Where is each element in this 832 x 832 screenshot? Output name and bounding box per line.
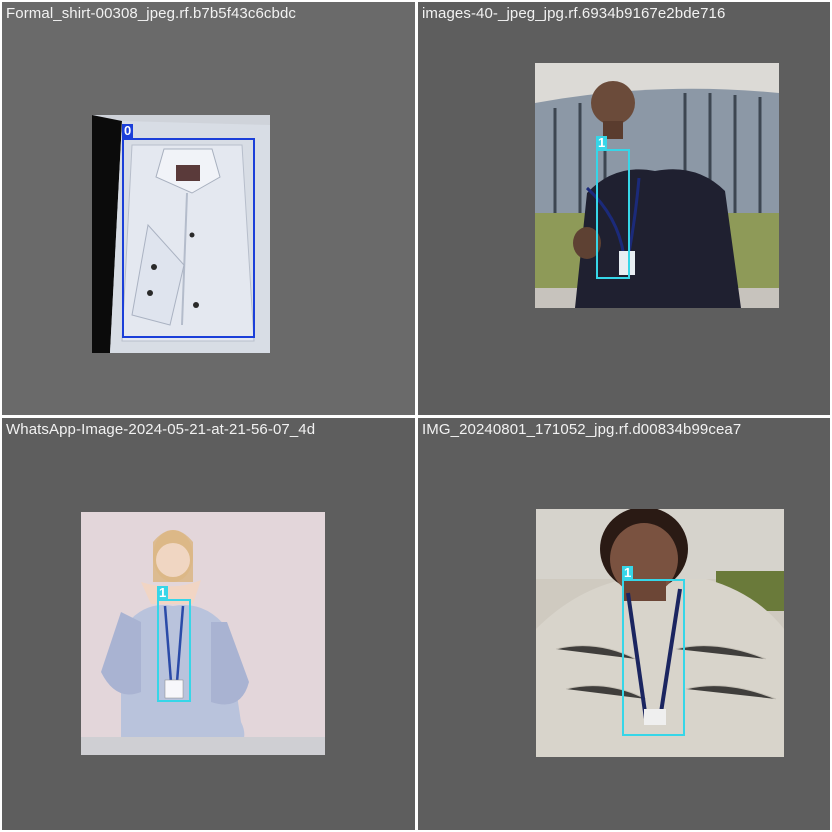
- man-photo: [535, 63, 779, 308]
- woman-photo: [81, 512, 325, 755]
- image-filename: IMG_20240801_171052_jpg.rf.d00834b99cea7: [422, 421, 742, 438]
- image-tile-woman[interactable]: WhatsApp-Image-2024-05-21-at-21-56-07_4d…: [2, 418, 415, 830]
- bounding-box-class-1: [157, 599, 191, 702]
- detection-grid: Formal_shirt-00308_jpeg.rf.b7b5f43c6cbdc…: [0, 0, 832, 832]
- image-tile-selfie[interactable]: IMG_20240801_171052_jpg.rf.d00834b99cea7: [418, 418, 830, 830]
- image-filename: images-40-_jpeg_jpg.rf.6934b9167e2bde716: [422, 5, 726, 22]
- bounding-box-class-1: [596, 149, 630, 279]
- image-tile-man[interactable]: images-40-_jpeg_jpg.rf.6934b9167e2bde716: [418, 2, 830, 415]
- bounding-box-label: 0: [122, 123, 134, 138]
- bounding-box-label: 1: [622, 565, 634, 580]
- bounding-box-label: 1: [596, 135, 608, 150]
- bounding-box-class-1: [622, 579, 685, 736]
- bounding-box-label: 1: [157, 585, 169, 600]
- bounding-box-class-0: [122, 138, 255, 338]
- image-tile-shirt[interactable]: Formal_shirt-00308_jpeg.rf.b7b5f43c6cbdc…: [2, 2, 415, 415]
- image-filename: Formal_shirt-00308_jpeg.rf.b7b5f43c6cbdc: [6, 5, 297, 22]
- image-filename: WhatsApp-Image-2024-05-21-at-21-56-07_4d: [6, 421, 316, 438]
